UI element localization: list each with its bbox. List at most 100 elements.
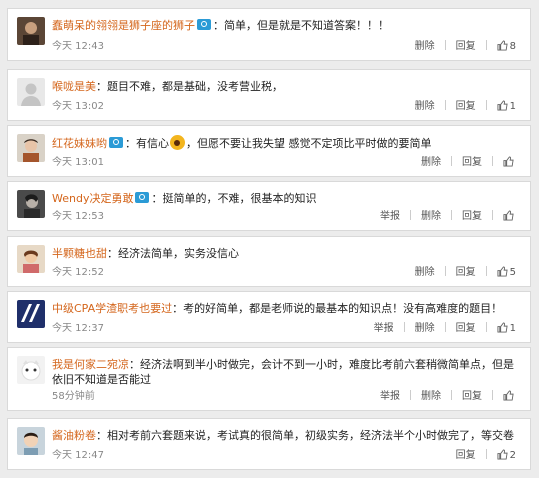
comment-text: ：相对考前六套题来说，考试真的很简单，初级实务，经济法半个小时做完了，等交卷: [96, 429, 514, 442]
delete-button[interactable]: 删除: [415, 101, 435, 112]
divider: [492, 210, 493, 220]
like-count: 2: [509, 450, 516, 461]
comment-text: ：经济法简单，实务没信心: [107, 247, 239, 260]
reply-button[interactable]: 回复: [456, 101, 476, 112]
avatar[interactable]: [17, 78, 45, 106]
like-button[interactable]: 8: [497, 40, 516, 52]
avatar[interactable]: [17, 245, 45, 273]
timestamp: 今天 12:53: [52, 211, 104, 222]
thumbs-up-icon: [497, 40, 508, 51]
divider: [444, 266, 446, 276]
delete-button[interactable]: 删除: [421, 157, 441, 168]
divider: [451, 210, 452, 220]
comment-footer: 今天 12:47 回复 2: [52, 448, 516, 463]
avatar[interactable]: [17, 134, 45, 162]
username-link[interactable]: 中级CPA学渣职考也要过: [52, 302, 172, 315]
delete-button[interactable]: 删除: [415, 323, 435, 334]
comment-footer: 今天 13:01 删除 回复: [52, 155, 516, 170]
like-button[interactable]: [503, 210, 516, 222]
report-button[interactable]: 举报: [380, 211, 400, 222]
timestamp: 今天 12:52: [52, 267, 104, 278]
comment-card: 半颗糖也甜：经济法简单，实务没信心 今天 12:52 删除 回复 5: [7, 236, 531, 287]
reply-button[interactable]: 回复: [462, 391, 482, 402]
timestamp: 58分钟前: [52, 391, 95, 402]
avatar[interactable]: [17, 356, 45, 384]
comment-text-start: ：有信心: [125, 137, 169, 150]
comment-actions: 回复 2: [456, 448, 516, 463]
username-link[interactable]: 喉咙是美: [52, 80, 96, 93]
divider: [485, 40, 487, 50]
comment-footer: 今天 12:52 删除 回复 5: [52, 265, 516, 280]
comment-card: 蠢萌呆的翎翎是狮子座的狮子 ：简单，但是就是不知道答案！！！ 今天 12:43 删…: [7, 8, 531, 61]
comment-card: 酱油粉卷：相对考前六套题来说，考试真的很简单，初级实务，经济法半个小时做完了，等…: [7, 418, 531, 470]
thumbs-up-icon: [497, 100, 508, 111]
avatar[interactable]: [17, 300, 45, 328]
comment-actions: 举报 删除 回复 1: [374, 321, 516, 336]
thumbs-up-icon: [503, 390, 514, 401]
divider: [485, 100, 487, 110]
comment-footer: 今天 13:02 删除 回复 1: [52, 99, 516, 114]
avatar[interactable]: [17, 427, 45, 455]
username-link[interactable]: 红花妹妹哟: [52, 137, 107, 150]
comment-footer: 今天 12:53 举报 删除 回复: [52, 209, 516, 224]
comment-card: 红花妹妹哟 ：有信心 ，但愿不要让我失望 感觉不定项比平时做的要简单 今天 13:0…: [7, 125, 531, 177]
delete-button[interactable]: 删除: [421, 391, 441, 402]
thumbs-up-icon: [503, 156, 514, 167]
comment-text: ：简单，但是就是不知道答案！！！: [213, 19, 389, 32]
reply-button[interactable]: 回复: [462, 211, 482, 222]
delete-button[interactable]: 删除: [415, 41, 435, 52]
comment-text: ：题目不难，都是基础，没考营业税，: [96, 80, 283, 93]
comment-content: 蠢萌呆的翎翎是狮子座的狮子 ：简单，但是就是不知道答案！！！: [52, 18, 522, 33]
like-button[interactable]: [503, 156, 516, 168]
report-button[interactable]: 举报: [380, 391, 400, 402]
divider: [444, 40, 446, 50]
timestamp: 今天 13:02: [52, 101, 104, 112]
username-link[interactable]: 半颗糖也甜: [52, 247, 107, 260]
like-button[interactable]: 1: [497, 100, 516, 112]
comment-content: 酱油粉卷：相对考前六套题来说，考试真的很简单，初级实务，经济法半个小时做完了，等…: [52, 428, 522, 443]
reply-button[interactable]: 回复: [456, 450, 476, 461]
divider: [451, 156, 452, 166]
like-button[interactable]: 1: [497, 322, 516, 334]
delete-button[interactable]: 删除: [421, 211, 441, 222]
like-count: 1: [509, 323, 516, 334]
comment-content: 喉咙是美：题目不难，都是基础，没考营业税，: [52, 79, 522, 94]
username-link[interactable]: 酱油粉卷: [52, 429, 96, 442]
divider: [492, 156, 493, 166]
divider: [492, 390, 493, 400]
like-button[interactable]: 5: [497, 266, 516, 278]
thumbs-up-icon: [503, 210, 514, 221]
avatar[interactable]: [17, 17, 45, 45]
username-link[interactable]: Wendy决定勇敢: [52, 192, 133, 205]
username-link[interactable]: 我是何家二宛凉: [52, 358, 129, 371]
comment-actions: 举报 删除 回复: [380, 389, 516, 404]
reply-button[interactable]: 回复: [456, 323, 476, 334]
reply-button[interactable]: 回复: [462, 157, 482, 168]
divider: [485, 322, 487, 332]
comment-card: 我是何家二宛凉：经济法啊到半小时做完，会计不到一小时，难度比考前六套稍微简单点，…: [7, 347, 531, 411]
comment-content: Wendy决定勇敢 ：挺简单的，不难，很基本的知识: [52, 191, 522, 206]
divider: [444, 322, 446, 332]
delete-button[interactable]: 删除: [415, 267, 435, 278]
like-button[interactable]: 2: [497, 449, 516, 461]
comment-card: 中级CPA学渣职考也要过：考的好简单，都是老师说的最基本的知识点！没有高难度的题…: [7, 291, 531, 343]
comment-feed: 蠢萌呆的翎翎是狮子座的狮子 ：简单，但是就是不知道答案！！！ 今天 12:43 删…: [0, 0, 539, 478]
verified-badge-icon: [197, 19, 211, 30]
divider: [444, 100, 446, 110]
comment-content: 我是何家二宛凉：经济法啊到半小时做完，会计不到一小时，难度比考前六套稍微简单点，…: [52, 357, 522, 387]
username-link[interactable]: 蠢萌呆的翎翎是狮子座的狮子: [52, 19, 195, 32]
like-button[interactable]: [503, 390, 516, 402]
divider: [410, 210, 411, 220]
report-button[interactable]: 举报: [374, 323, 394, 334]
like-count: 8: [509, 41, 516, 52]
comment-text-end: ，但愿不要让我失望 感觉不定项比平时做的要简单: [186, 137, 432, 150]
reply-button[interactable]: 回复: [456, 267, 476, 278]
comment-actions: 举报 删除 回复: [380, 209, 516, 224]
thumbs-up-icon: [497, 322, 508, 333]
comment-card: 喉咙是美：题目不难，都是基础，没考营业税， 今天 13:02 删除 回复 1: [7, 69, 531, 121]
avatar[interactable]: [17, 190, 45, 218]
comment-content: 半颗糖也甜：经济法简单，实务没信心: [52, 246, 522, 261]
reply-button[interactable]: 回复: [456, 41, 476, 52]
divider: [451, 390, 452, 400]
comment-card: Wendy决定勇敢 ：挺简单的，不难，很基本的知识 今天 12:53 举报 删除 回复: [7, 181, 531, 231]
